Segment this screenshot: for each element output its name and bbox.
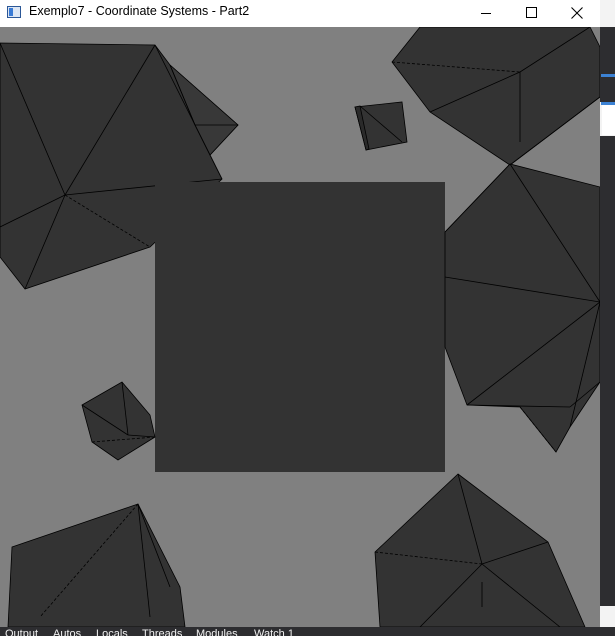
- scene-canvas: [0, 27, 600, 627]
- tab-modules[interactable]: Modules: [196, 628, 238, 636]
- tab-autos[interactable]: Autos: [53, 628, 81, 636]
- minimize-button[interactable]: [463, 0, 509, 26]
- app-window: Exemplo7 - Coordinate Systems - Part2: [0, 0, 600, 636]
- tab-locals[interactable]: Locals: [96, 628, 128, 636]
- close-button[interactable]: [554, 0, 600, 26]
- close-icon: [571, 7, 583, 19]
- app-window-icon[interactable]: [7, 6, 21, 18]
- background-ide-panel-dark: [600, 27, 615, 102]
- background-ide-panel-dark: [600, 136, 615, 606]
- tab-watch-1[interactable]: Watch 1: [254, 628, 294, 636]
- cube-center-front: [155, 182, 445, 472]
- title-bar[interactable]: Exemplo7 - Coordinate Systems - Part2: [0, 0, 600, 26]
- background-ide-accent-line: [601, 74, 615, 77]
- tab-output[interactable]: Output: [5, 628, 38, 636]
- background-ide-panel-light: [602, 105, 615, 135]
- tab-threads[interactable]: Threads: [142, 628, 182, 636]
- maximize-icon: [526, 7, 537, 18]
- maximize-button[interactable]: [509, 0, 555, 26]
- opengl-viewport[interactable]: [0, 27, 600, 627]
- minimize-icon: [481, 13, 491, 14]
- window-title: Exemplo7 - Coordinate Systems - Part2: [29, 4, 250, 18]
- ide-bottom-tab-bar: Output Autos Locals Threads Modules Watc…: [0, 627, 615, 636]
